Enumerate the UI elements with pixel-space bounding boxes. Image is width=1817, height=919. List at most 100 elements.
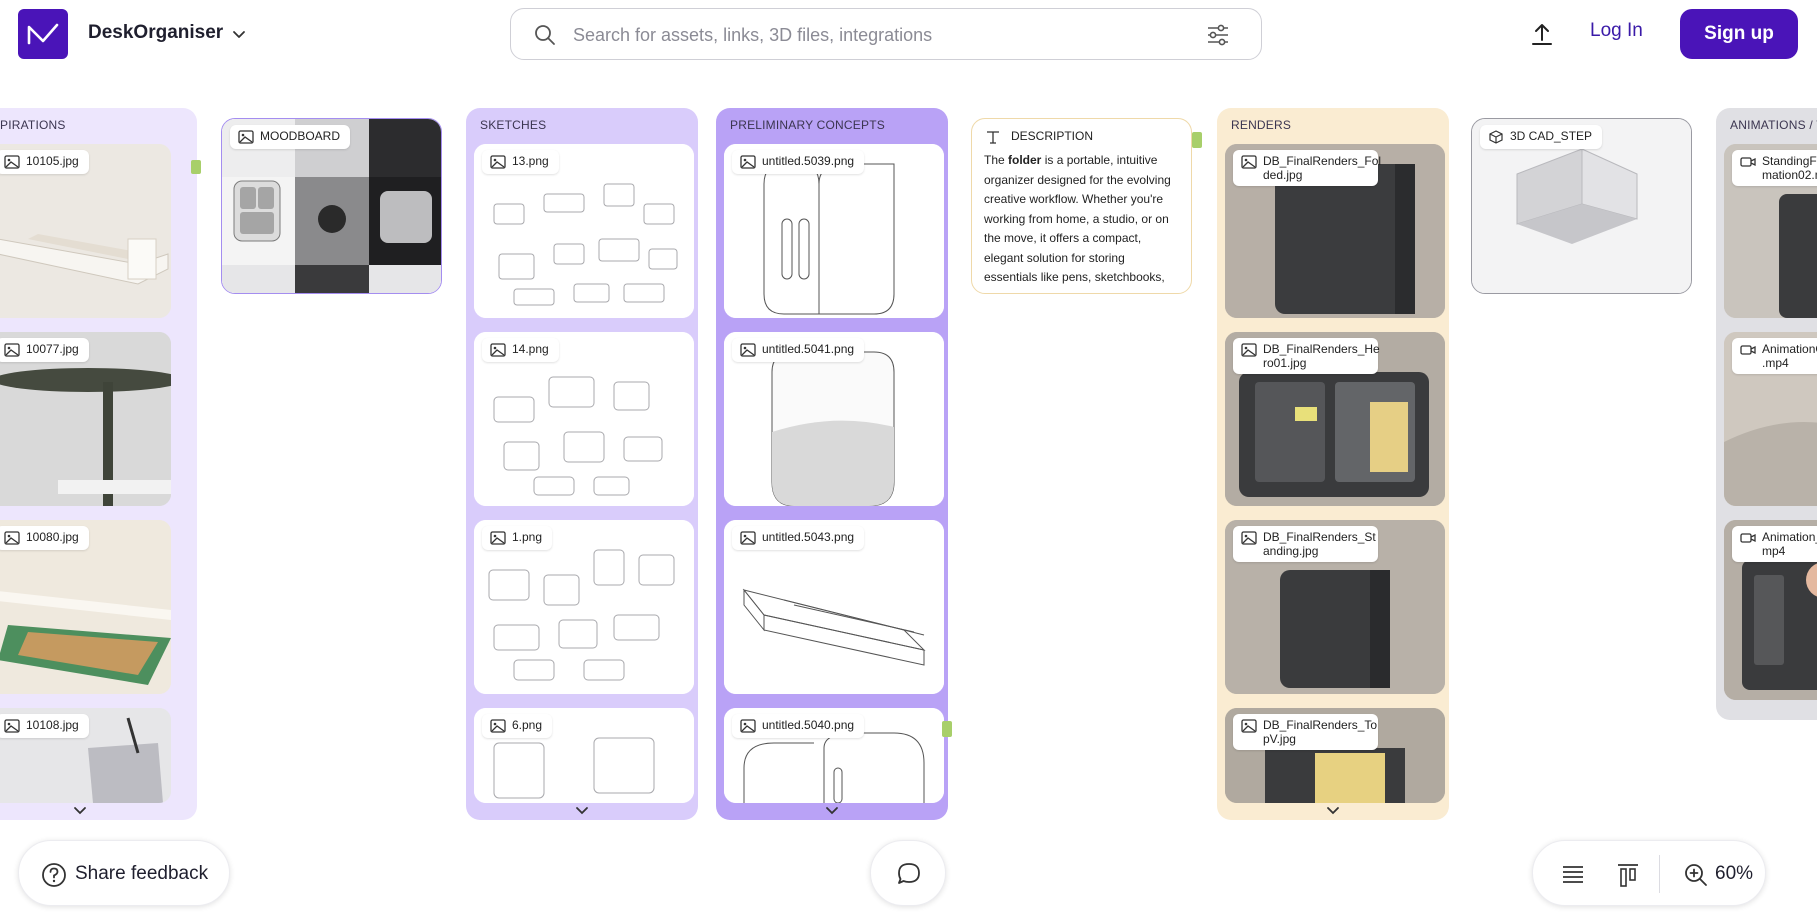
asset-label-chip: DB_FinalRenders_He ro01.jpg	[1233, 338, 1380, 374]
app-logo[interactable]	[18, 9, 68, 59]
search-input[interactable]	[573, 19, 1173, 51]
search-icon	[535, 25, 555, 45]
list-view-icon[interactable]	[1560, 862, 1586, 888]
column-title: ANIMATIONS / V	[1730, 118, 1817, 132]
asset-filename: 10080.jpg	[26, 530, 79, 544]
video-icon	[1740, 533, 1756, 543]
asset-label-chip: untitled.5039.png	[732, 150, 865, 174]
connector-handle[interactable]	[1192, 132, 1202, 148]
asset-label-chip: MOODBOARD	[230, 125, 351, 149]
asset-filename: untitled.5041.png	[762, 342, 855, 356]
help-question-icon	[42, 863, 66, 887]
asset-card[interactable]: untitled.5039.png	[724, 144, 944, 318]
asset-filename: 10077.jpg	[26, 342, 79, 356]
image-icon	[490, 343, 506, 357]
upload-icon[interactable]	[1528, 20, 1556, 48]
connector-handle[interactable]	[942, 721, 952, 737]
image-icon	[1241, 155, 1257, 169]
image-icon	[1241, 719, 1257, 733]
image-icon	[490, 531, 506, 545]
chevron-down-icon[interactable]	[574, 804, 590, 818]
asset-label-chip: 10105.jpg	[0, 150, 89, 174]
asset-label-chip: DB_FinalRenders_To pV.jpg	[1233, 714, 1378, 750]
asset-filename: DB_FinalRenders_Fol ded.jpg	[1263, 154, 1382, 182]
chevron-down-icon[interactable]	[824, 804, 840, 818]
asset-card[interactable]: untitled.5043.png	[724, 520, 944, 694]
asset-label-chip: 1.png	[482, 526, 553, 550]
asset-filename: 1.png	[512, 530, 543, 544]
asset-card[interactable]: DB_FinalRenders_To pV.jpg	[1225, 708, 1445, 803]
logo-mark-icon	[27, 23, 59, 45]
comment-button[interactable]	[870, 840, 946, 906]
asset-card[interactable]: Animation_ mp4	[1724, 520, 1817, 700]
column-title: PRELIMINARY CONCEPTS	[730, 118, 885, 132]
asset-filename: untitled.5039.png	[762, 154, 855, 168]
asset-card[interactable]: AnimationO .mp4	[1724, 332, 1817, 506]
comment-bubble-icon	[898, 863, 920, 884]
asset-filename: DB_FinalRenders_He ro01.jpg	[1263, 342, 1380, 370]
asset-label-chip: 14.png	[482, 338, 559, 362]
asset-label-chip: Animation_ mp4	[1732, 526, 1817, 562]
asset-label-chip: 13.png	[482, 150, 559, 174]
column-inspirations: PIRATIONS 10105.jpg 10077.jpg 10080.jpg	[0, 108, 197, 820]
asset-label-chip: untitled.5041.png	[732, 338, 865, 362]
asset-label-chip: untitled.5040.png	[732, 714, 865, 738]
chevron-down-icon[interactable]	[230, 25, 248, 43]
asset-card[interactable]: StandingFo mation02.m	[1724, 144, 1817, 318]
video-icon	[1740, 345, 1756, 355]
asset-label-chip: DB_FinalRenders_St anding.jpg	[1233, 526, 1378, 562]
asset-card[interactable]: 10080.jpg	[0, 520, 171, 694]
asset-filename: Animation_ mp4	[1762, 530, 1817, 558]
asset-card[interactable]: 6.png	[474, 708, 694, 803]
asset-card[interactable]: DB_FinalRenders_St anding.jpg	[1225, 520, 1445, 694]
chevron-down-icon[interactable]	[1325, 804, 1341, 818]
asset-card[interactable]: 1.png	[474, 520, 694, 694]
asset-label-chip: 10108.jpg	[0, 714, 89, 738]
description-note[interactable]: DESCRIPTION The folder is a portable, in…	[971, 118, 1192, 294]
image-icon	[4, 343, 20, 357]
asset-filename: 13.png	[512, 154, 549, 168]
signup-button[interactable]: Sign up	[1680, 9, 1798, 59]
asset-filename: DB_FinalRenders_St anding.jpg	[1263, 530, 1376, 558]
asset-filename: 14.png	[512, 342, 549, 356]
asset-card[interactable]: DB_FinalRenders_Fol ded.jpg	[1225, 144, 1445, 318]
filter-sliders-icon[interactable]	[1205, 22, 1231, 48]
asset-label-chip: 10080.jpg	[0, 526, 89, 550]
asset-filename: untitled.5040.png	[762, 718, 855, 732]
asset-filename: StandingFo mation02.m	[1762, 154, 1817, 182]
image-icon	[490, 155, 506, 169]
moodboard-card[interactable]: MOODBOARD	[221, 118, 442, 294]
workspace-name[interactable]: DeskOrganiser	[88, 22, 223, 44]
asset-filename: AnimationO .mp4	[1762, 342, 1817, 370]
asset-filename: 10105.jpg	[26, 154, 79, 168]
asset-card[interactable]: DB_FinalRenders_He ro01.jpg	[1225, 332, 1445, 506]
asset-label-chip: StandingFo mation02.m	[1732, 150, 1817, 186]
image-icon	[490, 719, 506, 733]
zoom-in-icon[interactable]	[1683, 862, 1709, 888]
view-controls: 60%	[1532, 840, 1766, 906]
login-link[interactable]: Log In	[1590, 20, 1643, 42]
text-icon	[987, 131, 999, 144]
zoom-level[interactable]: 60%	[1715, 863, 1753, 885]
image-icon	[1241, 343, 1257, 357]
image-icon	[238, 130, 254, 144]
description-label: DESCRIPTION	[1011, 129, 1094, 143]
asset-card[interactable]: 14.png	[474, 332, 694, 506]
asset-card[interactable]: 10105.jpg	[0, 144, 171, 318]
divider	[1659, 855, 1660, 893]
asset-card[interactable]: 13.png	[474, 144, 694, 318]
image-icon	[4, 531, 20, 545]
search-bar	[510, 8, 1262, 60]
cad-file-card[interactable]: 3D CAD_STEP	[1471, 118, 1692, 294]
image-icon	[740, 719, 756, 733]
asset-card[interactable]: 10108.jpg	[0, 708, 171, 803]
cad-label: 3D CAD_STEP	[1510, 129, 1593, 143]
connector-handle[interactable]	[191, 160, 201, 174]
asset-card[interactable]: 10077.jpg	[0, 332, 171, 506]
image-icon	[740, 343, 756, 357]
asset-card[interactable]: untitled.5040.png	[724, 708, 944, 803]
align-top-icon[interactable]	[1615, 862, 1641, 888]
asset-card[interactable]: untitled.5041.png	[724, 332, 944, 506]
share-feedback-button[interactable]: Share feedback	[18, 840, 230, 906]
chevron-down-icon[interactable]	[72, 804, 88, 818]
